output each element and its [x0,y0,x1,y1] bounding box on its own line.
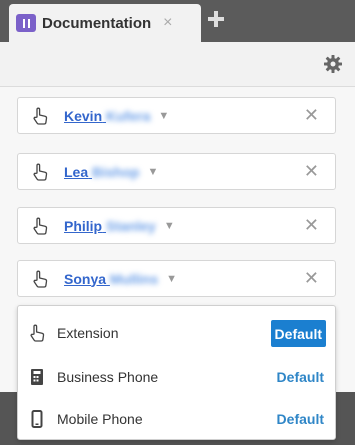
add-tab-icon[interactable] [207,10,225,28]
remove-icon[interactable]: ✕ [304,215,319,236]
option-mobile-phone[interactable]: Mobile Phone Default [18,398,335,440]
toolbar [0,42,355,87]
option-label: Extension [57,325,119,341]
tab-bar: Documentation × [0,0,355,42]
close-tab-icon[interactable]: × [163,15,172,31]
option-extension[interactable]: Extension Default [18,312,335,354]
app-icon [16,14,36,32]
mobile-phone-icon [31,410,43,428]
chevron-down-icon[interactable]: ▼ [166,273,177,285]
contact-name-link[interactable]: Philip Stanley [64,218,156,234]
chevron-down-icon[interactable]: ▼ [158,110,169,122]
phone-type-dropdown: Extension Default Business Phone Default… [17,305,336,440]
tab-documentation[interactable]: Documentation × [9,4,201,42]
default-button[interactable]: Default [270,320,326,347]
tab-title: Documentation [42,14,152,32]
option-business-phone[interactable]: Business Phone Default [18,356,335,398]
contact-row[interactable]: Kevin Kufera ▼ ✕ [17,97,336,134]
chevron-down-icon[interactable]: ▼ [147,166,158,178]
remove-icon[interactable]: ✕ [304,105,319,126]
contact-row[interactable]: Lea Bishop ▼ ✕ [17,153,336,190]
desk-phone-icon [31,369,43,385]
contact-name-link[interactable]: Lea Bishop [64,164,139,180]
contact-name-link[interactable]: Sonya Mullins [64,271,158,287]
option-label: Business Phone [57,369,159,385]
gear-icon[interactable] [323,54,343,74]
hand-pointer-icon [30,324,45,342]
default-button[interactable]: Default [277,369,324,385]
contact-row[interactable]: Sonya Mullins ▼ ✕ [17,260,336,297]
hand-pointer-icon [33,107,48,125]
remove-icon[interactable]: ✕ [304,161,319,182]
contact-row[interactable]: Philip Stanley ▼ ✕ [17,207,336,244]
option-label: Mobile Phone [57,411,143,427]
hand-pointer-icon [33,217,48,235]
remove-icon[interactable]: ✕ [304,268,319,289]
chevron-down-icon[interactable]: ▼ [164,220,175,232]
default-button[interactable]: Default [277,411,324,427]
hand-pointer-icon [33,163,48,181]
hand-pointer-icon [33,270,48,288]
contact-name-link[interactable]: Kevin Kufera [64,108,150,124]
